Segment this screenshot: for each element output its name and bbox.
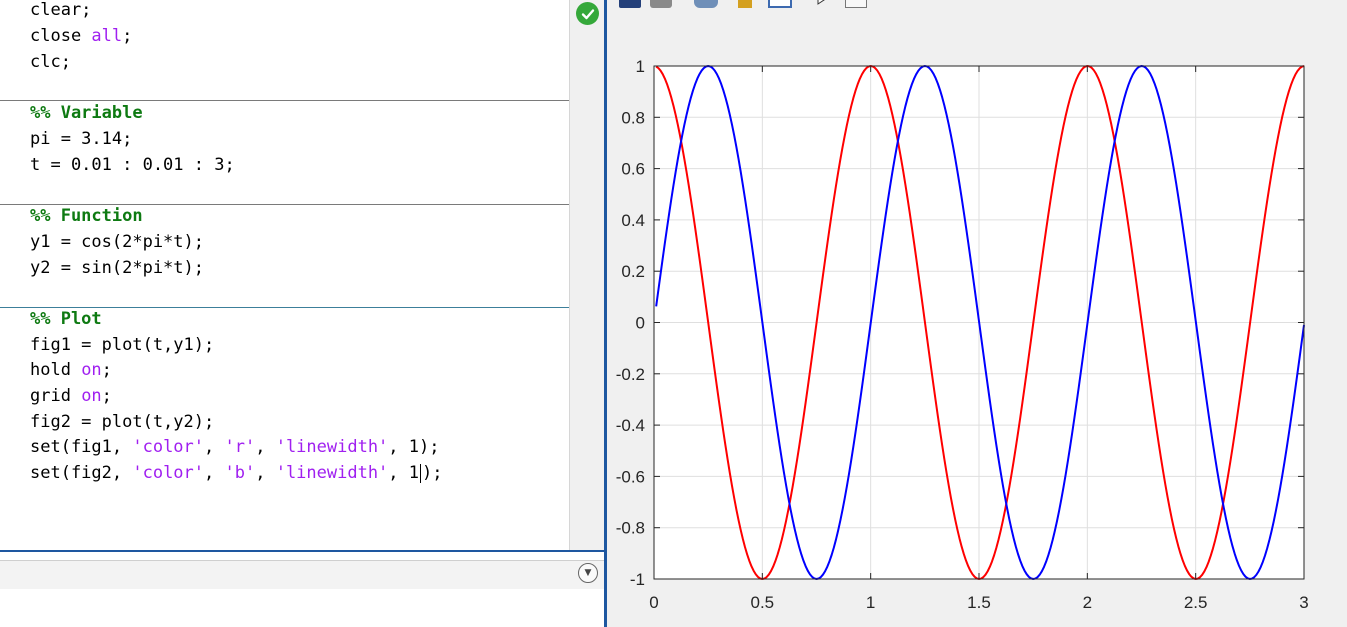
code-text: ;: [101, 386, 112, 406]
code-line[interactable]: pi = 3.14;: [30, 126, 132, 152]
code-text: y2 = sin(2*pi*t);: [30, 258, 204, 278]
code-text: ,: [204, 463, 225, 483]
y-tick-label: 0.6: [621, 160, 645, 179]
string-text: 'r': [224, 437, 256, 457]
code-line[interactable]: clc;: [30, 49, 71, 75]
string-text: 'color': [132, 463, 205, 483]
code-editor[interactable]: clear; close all; clc; %% Variable pi = …: [0, 0, 569, 551]
x-tick-label: 1: [866, 593, 875, 612]
y-tick-label: -0.6: [616, 467, 645, 486]
x-tick-label: 2.5: [1184, 593, 1208, 612]
y-tick-label: -0.2: [616, 365, 645, 384]
code-line[interactable]: grid on;: [30, 383, 112, 409]
code-text: hold: [30, 360, 82, 380]
code-text: y1 = cos(2*pi*t);: [30, 232, 204, 252]
x-tick-label: 0.5: [751, 593, 775, 612]
chevron-down-icon[interactable]: ▼: [578, 563, 598, 583]
code-text: ,: [255, 437, 276, 457]
keyword-text: all: [91, 26, 123, 46]
string-text: 'b': [224, 463, 256, 483]
code-text: );: [422, 463, 443, 483]
code-text: , 1);: [388, 437, 440, 457]
code-text: set(fig2,: [30, 463, 133, 483]
code-text: , 1: [388, 463, 420, 483]
code-text: fig1 = plot(t,y1);: [30, 335, 215, 355]
code-line[interactable]: y1 = cos(2*pi*t);: [30, 229, 204, 255]
editor-border: [0, 550, 605, 552]
code-text: close: [30, 26, 92, 46]
x-tick-label: 2: [1083, 593, 1092, 612]
code-line[interactable]: close all;: [30, 23, 132, 49]
code-text: clear;: [30, 0, 92, 20]
code-text: ;: [122, 26, 133, 46]
string-text: 'linewidth': [275, 463, 389, 483]
code-text: fig2 = plot(t,y2);: [30, 412, 215, 432]
checkmark-icon[interactable]: [576, 2, 599, 25]
code-line[interactable]: fig1 = plot(t,y1);: [30, 332, 214, 358]
code-line[interactable]: y2 = sin(2*pi*t);: [30, 255, 204, 281]
code-text: ,: [204, 437, 225, 457]
code-line[interactable]: t = 0.01 : 0.01 : 3;: [30, 152, 235, 178]
y-tick-label: 0: [636, 314, 645, 333]
keyword-text: on: [81, 386, 102, 406]
y-tick-label: 0.4: [621, 211, 645, 230]
y-tick-label: 0.8: [621, 108, 645, 127]
keyword-text: on: [81, 360, 102, 380]
code-line[interactable]: set(fig2, 'color', 'b', 'linewidth', 1);: [30, 460, 443, 486]
x-tick-label: 0: [649, 593, 658, 612]
code-text: ;: [101, 360, 112, 380]
editor-scrollbar[interactable]: [569, 0, 605, 551]
code-line[interactable]: fig2 = plot(t,y2);: [30, 409, 214, 435]
string-text: 'color': [132, 437, 205, 457]
code-text: t = 0.01 : 0.01 : 3;: [30, 155, 235, 175]
text-cursor: [420, 463, 422, 483]
y-tick-label: -1: [630, 570, 645, 589]
code-text: set(fig1,: [30, 437, 133, 457]
x-tick-label: 1.5: [967, 593, 991, 612]
code-text: pi = 3.14;: [30, 129, 133, 149]
code-text: ,: [255, 463, 276, 483]
cell-title: %% Plot: [30, 309, 102, 329]
command-window-header: [0, 560, 604, 590]
code-text: grid: [30, 386, 82, 406]
code-line[interactable]: set(fig1, 'color', 'r', 'linewidth', 1);: [30, 434, 439, 460]
y-tick-label: 1: [636, 57, 645, 76]
y-tick-label: -0.8: [616, 519, 645, 538]
plot-axes[interactable]: 0 0.5 1 1.5 2 2.5 3 1 0.8 0.6 0.4 0.2 0 -0.2 -0.4 -0.6 -…: [607, 0, 1347, 627]
y-tick-label: -0.4: [616, 416, 645, 435]
cell-title: %% Variable: [30, 103, 143, 123]
code-line[interactable]: clear;: [30, 0, 91, 23]
code-line[interactable]: hold on;: [30, 357, 112, 383]
code-line[interactable]: %% Variable: [30, 100, 143, 126]
code-line[interactable]: %% Plot: [30, 306, 102, 332]
y-tick-label: 0.2: [621, 262, 645, 281]
command-window[interactable]: [0, 589, 604, 627]
code-text: clc;: [30, 52, 71, 72]
cell-title: %% Function: [30, 206, 143, 226]
code-line[interactable]: %% Function: [30, 203, 143, 229]
string-text: 'linewidth': [275, 437, 389, 457]
x-tick-label: 3: [1299, 593, 1308, 612]
